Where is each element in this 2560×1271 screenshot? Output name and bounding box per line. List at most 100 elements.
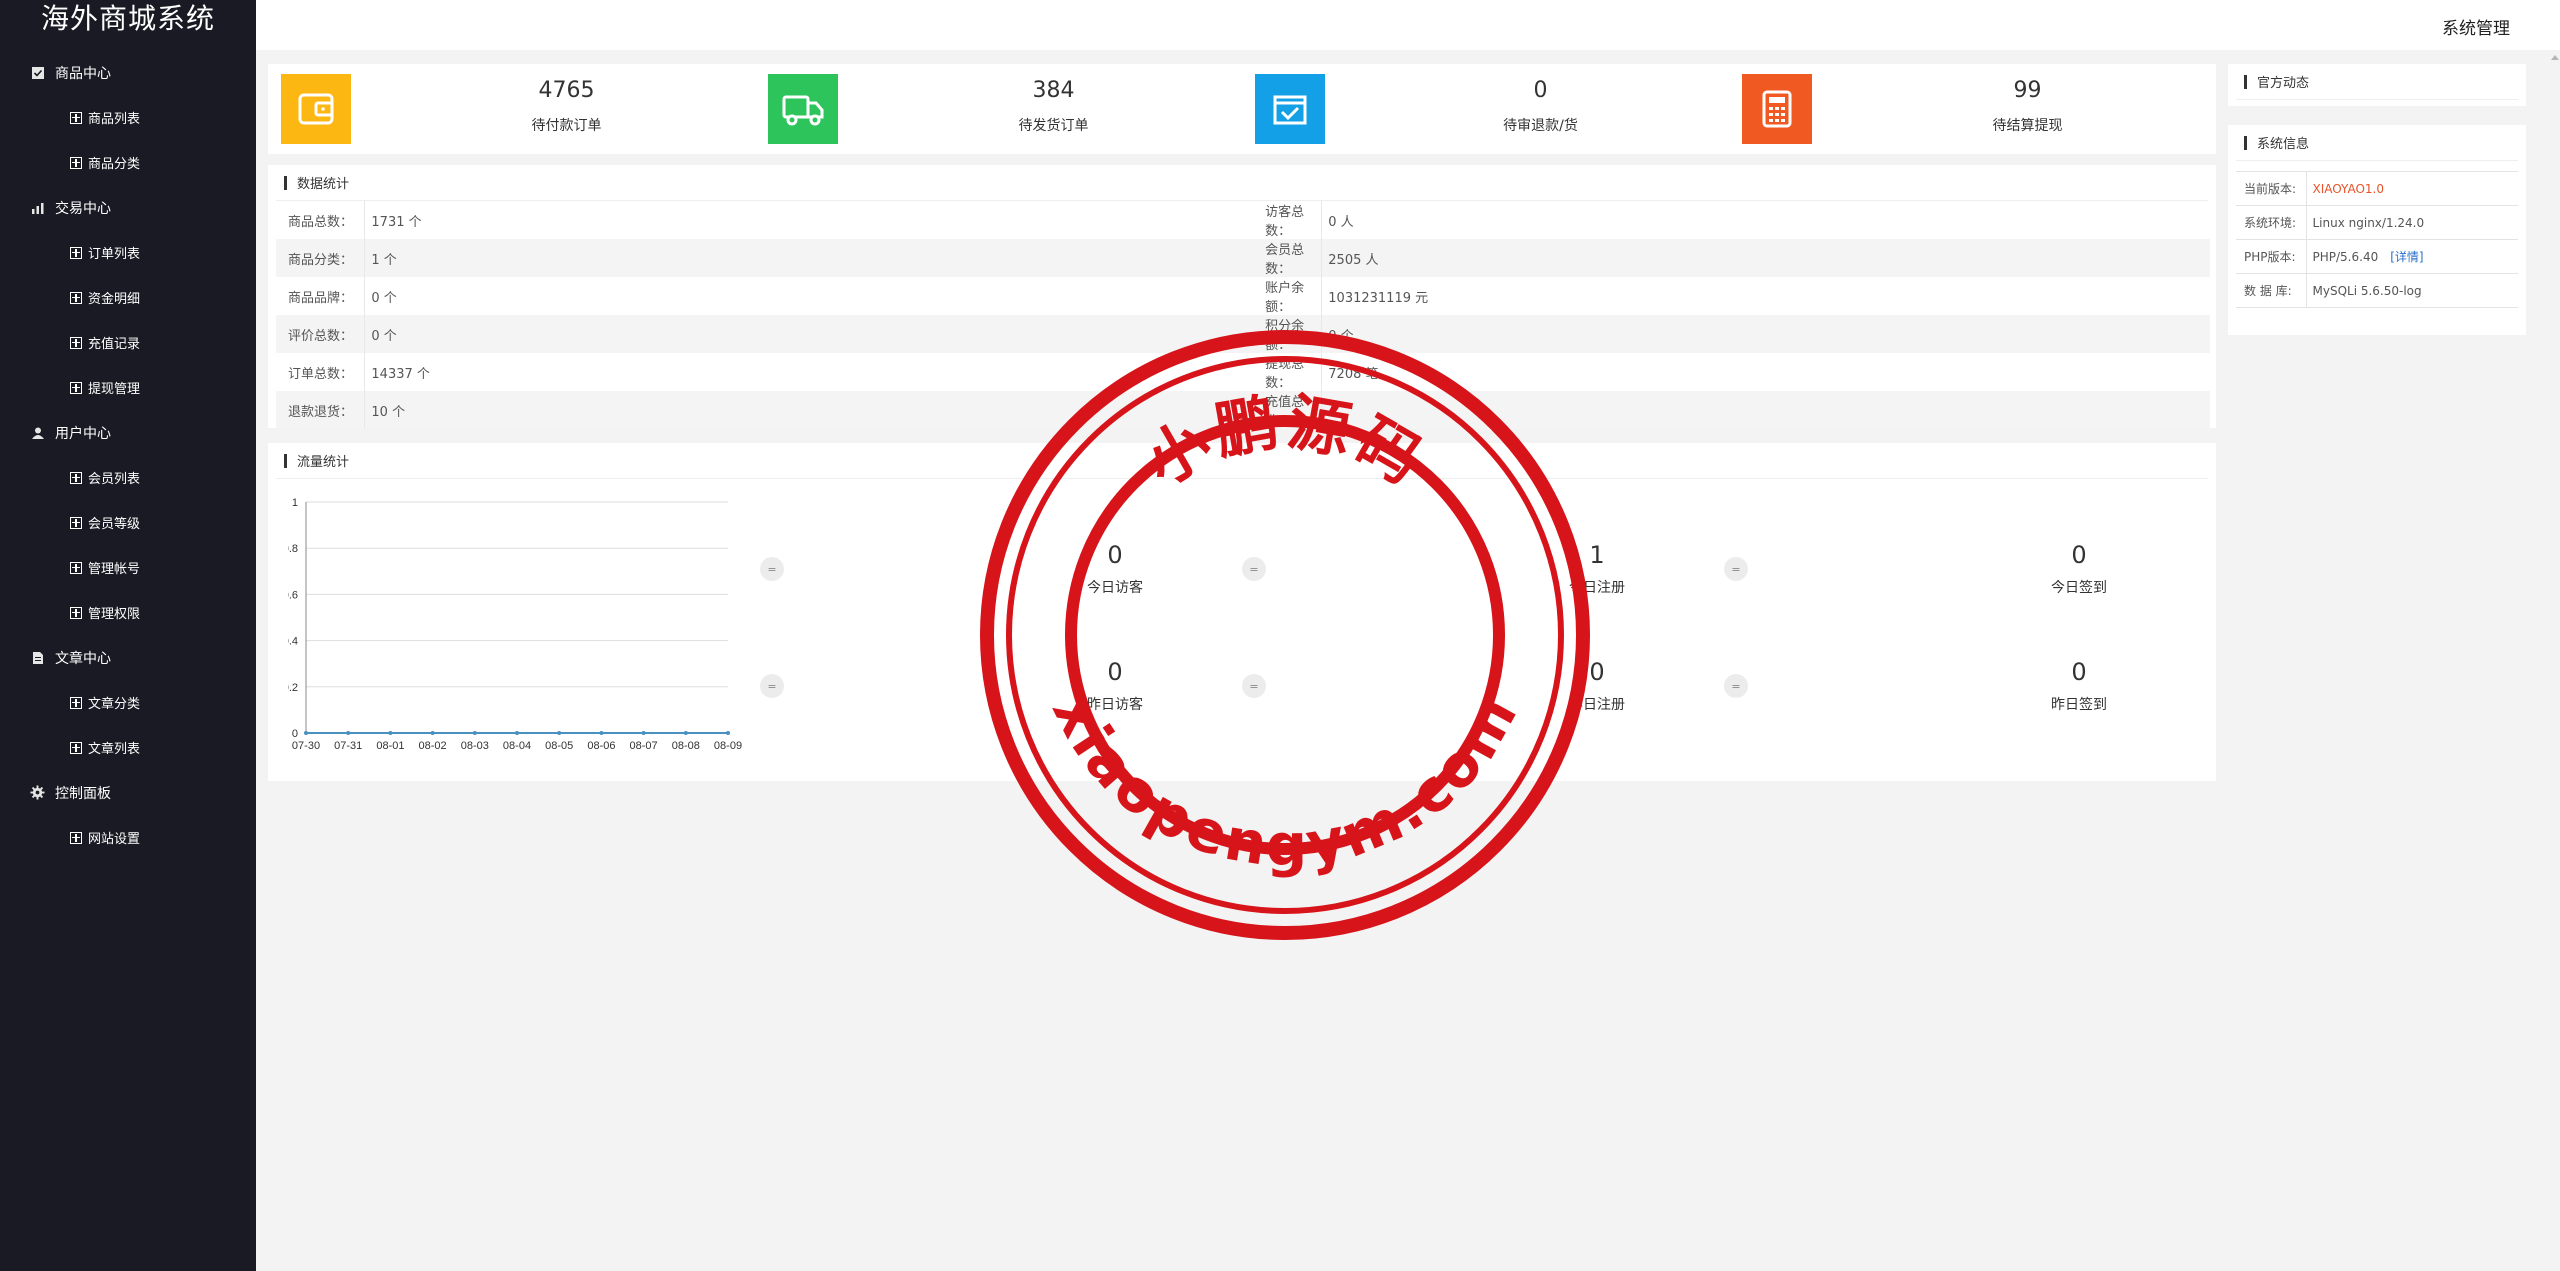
info-value: PHP/5.6.40 (2312, 250, 2379, 264)
sidebar-group-trade[interactable]: 交易中心 (0, 185, 256, 230)
plus-square-icon (70, 741, 82, 754)
sidebar-item-recharge[interactable]: 充值记录 (0, 320, 256, 365)
sidebar-item-article-category[interactable]: 文章分类 (0, 680, 256, 725)
gear-icon (30, 785, 45, 800)
tile-value: 0 (1107, 541, 1123, 569)
y-tick-label: 0.8 (288, 543, 298, 555)
sidebar-item-withdraw[interactable]: 提现管理 (0, 365, 256, 410)
sidebar-item-member-level[interactable]: 会员等级 (0, 500, 256, 545)
sidebar-item-goods-list[interactable]: 商品列表 (0, 95, 256, 140)
bar-chart-icon (30, 200, 45, 215)
tile-today-visitors: = 0 今日访客 (760, 541, 1143, 641)
stat-value: 1 个 (364, 239, 1254, 277)
stat-value: 4765 (538, 78, 595, 103)
placeholder-icon: = (760, 674, 784, 698)
scroll-up-arrow-icon[interactable] (2551, 55, 2559, 60)
sidebar-group-control-panel[interactable]: 控制面板 (0, 770, 256, 815)
table-row: 当前版本: XIAOYAO1.0 (2236, 171, 2518, 206)
x-tick-label: 08-06 (587, 740, 615, 752)
panel-header: 流量统计 (276, 443, 2208, 479)
sidebar-item-label: 管理权限 (88, 607, 141, 622)
sidebar-group-label: 控制面板 (55, 785, 111, 802)
stat-label: 待付款订单 (531, 118, 602, 134)
stat-pending-refund[interactable]: 0 待审退款/货 (1242, 64, 1729, 154)
wallet-icon (281, 74, 351, 144)
placeholder-icon: = (1242, 557, 1266, 581)
stat-key: 商品分类： (276, 239, 366, 277)
y-tick-label: 0 (292, 728, 298, 740)
stats-panel: 4765 待付款订单 384 待发货订单 0 待审退款/货 99 待结算提现 (268, 64, 2216, 154)
table-row: 退款退货： 10 个充值总数： (276, 391, 2210, 429)
stat-value: 0 (1533, 78, 1548, 103)
plus-square-icon (70, 516, 82, 529)
data-stats-table: 商品总数： 1731 个访客总数： 0 人 商品分类： 1 个会员总数： 2505 人 … (276, 201, 2210, 429)
sidebar-item-label: 资金明细 (88, 292, 141, 307)
page-scrollbar[interactable] (2550, 50, 2560, 1271)
info-value: Linux nginx/1.24.0 (2305, 205, 2518, 240)
tile-yesterday-signins: = 0 昨日签到 (1724, 658, 2107, 758)
stat-pending-settlement[interactable]: 99 待结算提现 (1729, 64, 2216, 154)
sidebar-item-admin-accounts[interactable]: 管理帐号 (0, 545, 256, 590)
stat-value: 2505 人 (1321, 239, 2210, 277)
sidebar-item-site-settings[interactable]: 网站设置 (0, 815, 256, 860)
data-point (346, 731, 351, 735)
x-tick-label: 08-09 (714, 740, 742, 752)
stat-pending-payment[interactable]: 4765 待付款订单 (268, 64, 755, 154)
header-title[interactable]: 系统管理 (2442, 14, 2510, 39)
sidebar-group-articles[interactable]: 文章中心 (0, 635, 256, 680)
table-row: 商品品牌： 0 个 账户余额： 1031231119 元 (276, 277, 2210, 315)
php-details-link[interactable]: [详情] (2390, 250, 2423, 264)
x-tick-label: 08-02 (419, 740, 447, 752)
sidebar-item-goods-category[interactable]: 商品分类 (0, 140, 256, 185)
sidebar-item-label: 充值记录 (88, 337, 141, 352)
data-point (472, 731, 477, 735)
traffic-chart: 0 0.2 0.4 0.6 0.8 1 07-30 07-31 08-01 08-02 08-03 0… (288, 497, 742, 752)
system-info-table: 当前版本: XIAOYAO1.0 系统环境: Linux nginx/1.24.0 … (2236, 171, 2518, 308)
stat-label: 待审退款/货 (1503, 118, 1578, 134)
sidebar-item-admin-permissions[interactable]: 管理权限 (0, 590, 256, 635)
sidebar-group-users[interactable]: 用户中心 (0, 410, 256, 455)
data-point (515, 731, 519, 735)
stat-key: 评价总数： (276, 315, 366, 353)
sidebar-item-funds[interactable]: 资金明细 (0, 275, 256, 320)
sidebar-item-article-list[interactable]: 文章列表 (0, 725, 256, 770)
sidebar-group-goods[interactable]: 商品中心 (0, 50, 256, 95)
stat-value: 0 个 (1321, 315, 2210, 353)
sidebar-item-order-list[interactable]: 订单列表 (0, 230, 256, 275)
sidebar-item-label: 商品列表 (88, 112, 141, 127)
placeholder-icon: = (760, 557, 784, 581)
panel-title: 流量统计 (297, 455, 350, 470)
info-key: 系统环境: (2236, 205, 2307, 240)
placeholder-icon: = (1724, 674, 1748, 698)
x-tick-label: 08-08 (672, 740, 700, 752)
placeholder-icon: = (1242, 674, 1266, 698)
data-point (683, 731, 688, 735)
tile-today-signins: = 0 今日签到 (1724, 541, 2107, 641)
plus-square-icon (70, 831, 82, 844)
stat-pending-shipment[interactable]: 384 待发货订单 (755, 64, 1242, 154)
data-stats-panel: 数据统计 商品总数： 1731 个 访客总数： 0 人 商品分类： 1 个会员总数： 25… (268, 165, 2216, 429)
table-row: 商品分类： 1 个会员总数： 2505 人 (276, 239, 2210, 277)
sidebar-menu: 商品中心 商品列表 商品分类 交易中心 订单列表 资金明细 充值记录 提现管理 … (0, 50, 256, 860)
system-info-panel: 系统信息 当前版本: XIAOYAO1.0 系统环境: Linux nginx/1.… (2228, 125, 2526, 335)
sidebar-item-label: 提现管理 (88, 382, 141, 397)
title-bar (2244, 74, 2247, 89)
table-row: 系统环境: Linux nginx/1.24.0 (2236, 205, 2518, 240)
x-tick-label: 08-05 (545, 740, 573, 752)
sidebar-group-label: 交易中心 (55, 200, 111, 217)
sidebar-item-label: 商品分类 (88, 157, 141, 172)
y-tick-label: 0.4 (288, 636, 298, 648)
stat-key: 订单总数： (276, 353, 366, 391)
tile-label: 昨日访客 (1087, 697, 1143, 713)
sidebar-item-label: 文章列表 (88, 742, 141, 757)
stat-key: 商品品牌： (276, 277, 366, 315)
sidebar: 海外商城系统 商品中心 商品列表 商品分类 交易中心 订单列表 资金明细 充值记… (0, 0, 256, 1271)
tile-value: 0 (2071, 658, 2087, 686)
stat-value: 99 (2013, 78, 2042, 103)
tile-label: 今日签到 (2051, 580, 2107, 596)
table-row: 商品总数： 1731 个 访客总数： 0 人 (276, 201, 2210, 239)
sidebar-item-member-list[interactable]: 会员列表 (0, 455, 256, 500)
sidebar-item-label: 文章分类 (88, 697, 141, 712)
stat-key: 充值总数： (1253, 391, 1323, 429)
title-bar (284, 453, 287, 468)
